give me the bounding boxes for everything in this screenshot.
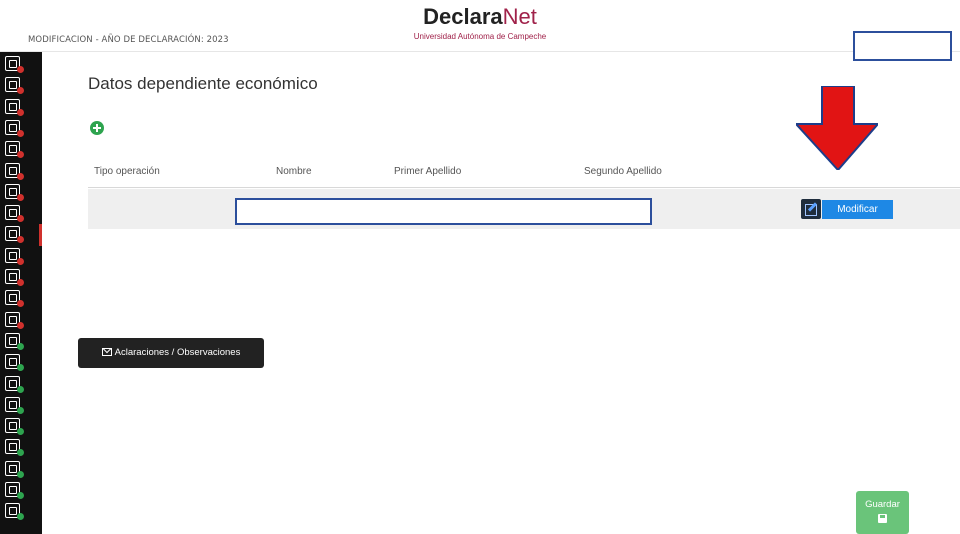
modify-button[interactable]: Modificar — [822, 200, 893, 219]
section-title: Datos dependiente económico — [88, 74, 318, 93]
sidebar-status-dot — [17, 66, 24, 73]
sidebar-status-dot — [17, 257, 24, 265]
column-segundo-apellido: Segundo Apellido — [584, 166, 662, 177]
sidebar-status-dot — [17, 193, 24, 201]
brand-title-light: Net — [502, 4, 537, 29]
sidebar-status-dot — [17, 300, 24, 308]
declaration-mode-label: MODIFICACION - AÑO DE DECLARACIÓN: 2023 — [28, 35, 229, 45]
sidebar-status-dot — [17, 492, 24, 499]
brand-logo: DeclaraNet Universidad Autónoma de Campe… — [380, 5, 580, 42]
sidebar-status-dot — [17, 385, 24, 393]
sidebar-status-dot — [17, 428, 24, 436]
clarifications-button[interactable]: Aclaraciones / Observaciones — [78, 338, 264, 368]
envelope-icon — [101, 348, 112, 356]
sidebar-status-dot — [17, 513, 24, 521]
arrow-shape — [796, 86, 878, 170]
sidebar — [0, 52, 42, 534]
sidebar-status-dot — [17, 172, 24, 180]
sidebar-status-dot — [17, 151, 24, 159]
edit-icon[interactable] — [801, 199, 821, 219]
sidebar-status-dot — [17, 342, 24, 350]
column-primer-apellido: Primer Apellido — [394, 166, 462, 177]
brand-subtitle: Universidad Autónoma de Campeche — [413, 32, 547, 41]
sidebar-status-dot — [17, 449, 24, 457]
add-dependent-button[interactable] — [90, 121, 104, 135]
column-nombre: Nombre — [276, 166, 312, 177]
sidebar-status-dot — [17, 321, 24, 329]
clarifications-label: Aclaraciones / Observaciones — [114, 347, 241, 358]
brand-title: DeclaraNet — [380, 5, 580, 29]
down-arrow-annotation — [796, 86, 878, 170]
save-button[interactable]: Guardar — [856, 491, 909, 534]
page: MODIFICACION - AÑO DE DECLARACIÓN: 2023 … — [0, 0, 960, 534]
column-tipo-operacion: Tipo operación — [94, 166, 160, 177]
sidebar-status-dot — [17, 364, 24, 372]
sidebar-status-dot — [17, 215, 24, 223]
sidebar-status-dot — [17, 236, 24, 244]
floppy-disk-icon — [878, 514, 887, 523]
sidebar-status-dot — [17, 129, 24, 137]
save-label: Guardar — [865, 499, 900, 510]
sidebar-status-dot — [17, 406, 24, 414]
top-bar: MODIFICACION - AÑO DE DECLARACIÓN: 2023 … — [0, 0, 960, 61]
dependent-name-redaction-box — [235, 198, 652, 225]
sidebar-status-dot — [17, 108, 24, 116]
sidebar-status-dot — [17, 470, 24, 478]
user-info-redaction-box — [853, 31, 952, 61]
sidebar-status-dot — [17, 87, 24, 95]
sidebar-active-indicator — [39, 224, 42, 246]
sidebar-status-dot — [17, 279, 24, 286]
brand-title-bold: Declara — [423, 4, 503, 29]
